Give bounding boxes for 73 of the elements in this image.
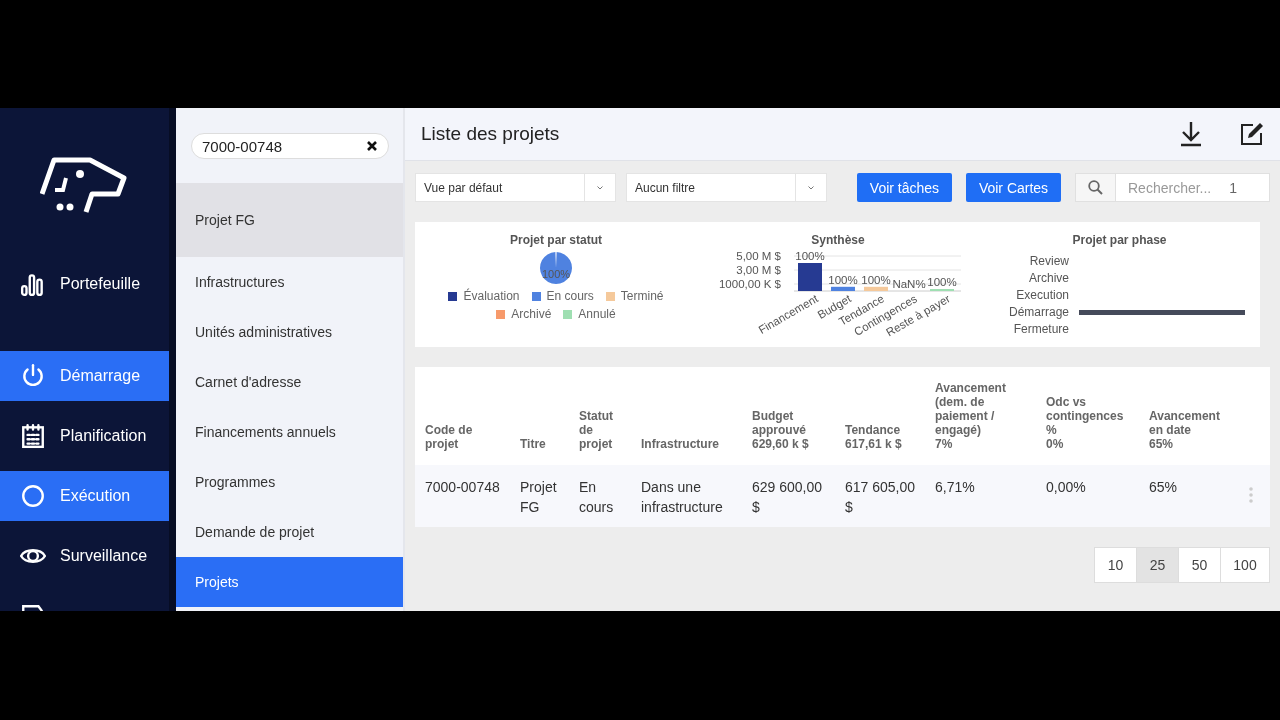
close-icon[interactable]: [367, 141, 377, 151]
page-size-button[interactable]: 100: [1220, 547, 1270, 583]
table-cell: Dans une infrastructure: [631, 465, 742, 527]
search-field[interactable]: 7000-00748: [191, 133, 389, 159]
nav-item[interactable]: Planification: [0, 411, 169, 461]
chart-title: Projet par phase: [1071, 233, 1168, 247]
axis-label: Execution: [1015, 287, 1070, 303]
page-size-button[interactable]: 25: [1136, 547, 1179, 583]
axis-label: Archive: [1028, 270, 1070, 286]
column-header: Tendance 617,61 k $: [835, 367, 925, 465]
tasks-button[interactable]: Voir tâches: [857, 173, 952, 202]
data-label: NaN%: [892, 278, 926, 290]
current-project[interactable]: Projet FG: [176, 183, 403, 257]
table-cell: En cours: [569, 465, 631, 527]
axis-label: Review: [1028, 253, 1070, 269]
axis-label: Démarrage: [1007, 304, 1070, 320]
chevron-down-icon: [597, 185, 603, 190]
edit-icon[interactable]: [1240, 122, 1264, 146]
chart-title: Synthèse: [810, 233, 866, 247]
column-header: Odc vs contingences % 0%: [1036, 367, 1139, 465]
chevron-down-icon: [808, 185, 814, 190]
column-header: Titre: [510, 367, 569, 465]
menu-item[interactable]: Programmes: [176, 457, 403, 507]
axis-tick-label: 1000,00 K $: [718, 278, 781, 290]
table-cell: 0,00%: [1036, 465, 1139, 527]
table-cell: Projet FG: [510, 465, 569, 527]
axis-label: Fermeture: [1012, 321, 1070, 337]
page-title: Liste des projets: [421, 123, 561, 145]
table-cell: 65%: [1139, 465, 1239, 527]
legend-label: Évaluation: [463, 289, 520, 303]
legend-label: Terminé: [620, 289, 664, 303]
cards-button[interactable]: Voir Cartes: [966, 173, 1061, 202]
data-label: 100%: [828, 273, 858, 286]
page-size-button[interactable]: 50: [1178, 547, 1221, 583]
download-icon[interactable]: [1180, 121, 1202, 147]
column-header: Budget approuvé 629,60 k $: [742, 367, 835, 465]
table-cell: 6,71%: [925, 465, 1036, 527]
table-cell: 617 605,00 $: [835, 465, 925, 527]
chart-title: Projet par statut: [509, 233, 603, 247]
nav-item[interactable]: Portefeuille: [0, 259, 169, 309]
filter-dropdown[interactable]: Aucun filtre: [626, 173, 827, 202]
column-header: Avancement (dem. de paiement / engagé) 7%: [925, 367, 1036, 465]
axis-tick-label: 5,00 M $: [736, 250, 781, 262]
nav-item[interactable]: Exécution: [0, 471, 169, 521]
table-cell: 629 600,00 $: [742, 465, 835, 527]
page-size-button[interactable]: 10: [1094, 547, 1137, 583]
view-dropdown[interactable]: Vue par défaut: [415, 173, 616, 202]
nav-item[interactable]: Surveillance: [0, 531, 169, 581]
data-label: 100%: [541, 268, 571, 280]
calendar-icon: [20, 423, 46, 449]
data-label: 100%: [795, 250, 825, 262]
menu-item[interactable]: Unités administratives: [176, 307, 403, 357]
menu-item[interactable]: Infrastructures: [176, 257, 403, 307]
legend-label: Annulé: [578, 307, 616, 321]
data-label: 100%: [861, 273, 891, 286]
legend-label: En cours: [546, 289, 594, 303]
menu-item[interactable]: Projets: [176, 557, 403, 607]
data-label: 100%: [927, 276, 957, 288]
bar-chart-icon: [20, 271, 46, 297]
column-header: Code de projet: [415, 367, 510, 465]
axis-tick-label: 3,00 M $: [736, 264, 781, 276]
column-header: Infrastructure: [631, 367, 742, 465]
menu-item[interactable]: Demande de projet: [176, 507, 403, 557]
nav-item[interactable]: Démarrage: [0, 351, 169, 401]
column-header: Avancement en date 65%: [1139, 367, 1239, 465]
pie-slice: [540, 252, 572, 284]
menu-item[interactable]: Financements annuels: [176, 407, 403, 457]
power-icon: [20, 363, 46, 389]
circle-icon: [20, 483, 46, 509]
table-cell: 7000-00748: [415, 465, 510, 527]
column-header: Statut de projet: [569, 367, 631, 465]
menu-item[interactable]: Carnet d'adresse: [176, 357, 403, 407]
legend-label: Archivé: [511, 307, 552, 321]
